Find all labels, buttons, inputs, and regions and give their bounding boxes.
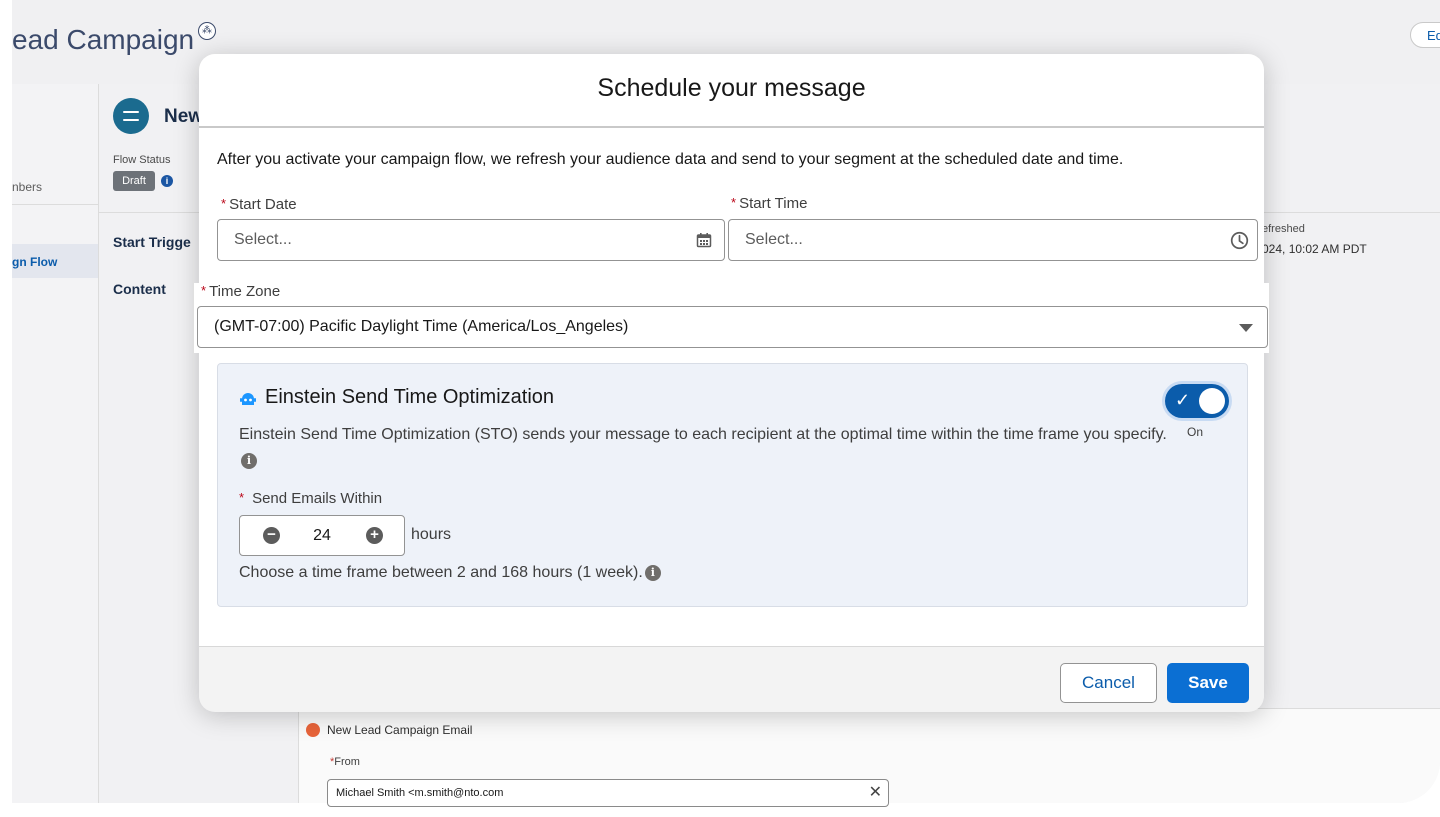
hierarchy-icon[interactable]: ⁂ [198, 22, 216, 40]
email-icon [306, 723, 320, 737]
nav-divider [12, 204, 98, 205]
plus-icon[interactable]: + [366, 527, 383, 544]
sto-description: Einstein Send Time Optimization (STO) se… [239, 422, 1179, 474]
status-badge: Draft [113, 171, 155, 191]
close-icon[interactable]: ✕ [869, 780, 882, 806]
info-icon[interactable]: i [644, 565, 661, 581]
einstein-icon [240, 393, 256, 405]
last-refreshed-value: 024, 10:02 AM PDT [1262, 242, 1367, 256]
send-within-label: * Send Emails Within [239, 490, 383, 507]
email-title: New Lead Campaign Email [327, 723, 473, 737]
info-icon[interactable]: i [161, 175, 173, 187]
start-time-input[interactable]: Select... [728, 219, 1258, 261]
toggle-state-label: On [1187, 425, 1204, 439]
modal-header: Schedule your message [199, 54, 1264, 128]
start-date-label: * Start Date [221, 196, 297, 213]
hours-unit-label: hours [411, 526, 452, 543]
range-hint-text: Choose a time frame between 2 and 168 ho… [239, 564, 643, 581]
time-zone-label-text: Time Zone [209, 283, 281, 300]
hours-stepper[interactable]: − 24 + [239, 515, 405, 556]
nav-item-members[interactable]: nbers [12, 180, 42, 194]
modal-title: Schedule your message [597, 74, 866, 102]
range-hint: Choose a time frame between 2 and 168 ho… [239, 564, 661, 582]
content-heading: Content [113, 281, 166, 297]
time-zone-label: * Time Zone [201, 283, 281, 300]
sto-panel: Einstein Send Time Optimization Einstein… [217, 363, 1248, 607]
start-date-input[interactable]: Select... [217, 219, 725, 261]
save-button[interactable]: Save [1167, 663, 1249, 703]
time-zone-select[interactable]: (GMT-07:00) Pacific Daylight Time (Ameri… [197, 306, 1268, 348]
sto-toggle[interactable]: ✓ [1165, 384, 1229, 418]
start-date-placeholder: Select... [234, 231, 292, 248]
from-field[interactable]: Michael Smith <m.smith@nto.com ✕ [327, 779, 889, 807]
start-time-label-text: Start Time [739, 195, 808, 212]
sto-description-text: Einstein Send Time Optimization (STO) se… [239, 426, 1167, 443]
flow-status-label: Flow Status [113, 154, 171, 166]
modal-description: After you activate your campaign flow, w… [217, 151, 1124, 168]
time-zone-value: (GMT-07:00) Pacific Daylight Time (Ameri… [214, 318, 629, 335]
modal-footer: Cancel Save [199, 646, 1264, 712]
last-refreshed-label: efreshed [1262, 223, 1305, 235]
page-title: ead Campaign [12, 24, 195, 55]
from-value: Michael Smith <m.smith@nto.com [336, 787, 504, 799]
clock-icon[interactable] [1230, 231, 1249, 250]
flow-name: New [164, 106, 204, 127]
chevron-down-icon[interactable] [1239, 324, 1253, 332]
flow-logo-icon [113, 98, 149, 134]
sto-title: Einstein Send Time Optimization [265, 386, 555, 408]
start-time-label: * Start Time [731, 195, 808, 212]
send-within-label-text: Send Emails Within [252, 490, 383, 507]
schedule-modal: Schedule your message After you activate… [194, 54, 1269, 712]
toggle-knob [1199, 388, 1225, 414]
start-date-label-text: Start Date [229, 196, 297, 213]
calendar-icon[interactable] [696, 232, 712, 248]
from-label-text: From [334, 756, 360, 768]
edit-button[interactable]: Ed [1410, 22, 1440, 48]
checkmark-icon: ✓ [1175, 390, 1191, 410]
nav-item-campaign-flow[interactable]: gn Flow [12, 255, 57, 269]
info-icon[interactable]: i [241, 453, 257, 469]
start-trigger-heading: Start Trigge [113, 234, 191, 250]
start-time-placeholder: Select... [745, 231, 803, 248]
cancel-button[interactable]: Cancel [1060, 663, 1157, 703]
from-label: *From [330, 756, 360, 768]
